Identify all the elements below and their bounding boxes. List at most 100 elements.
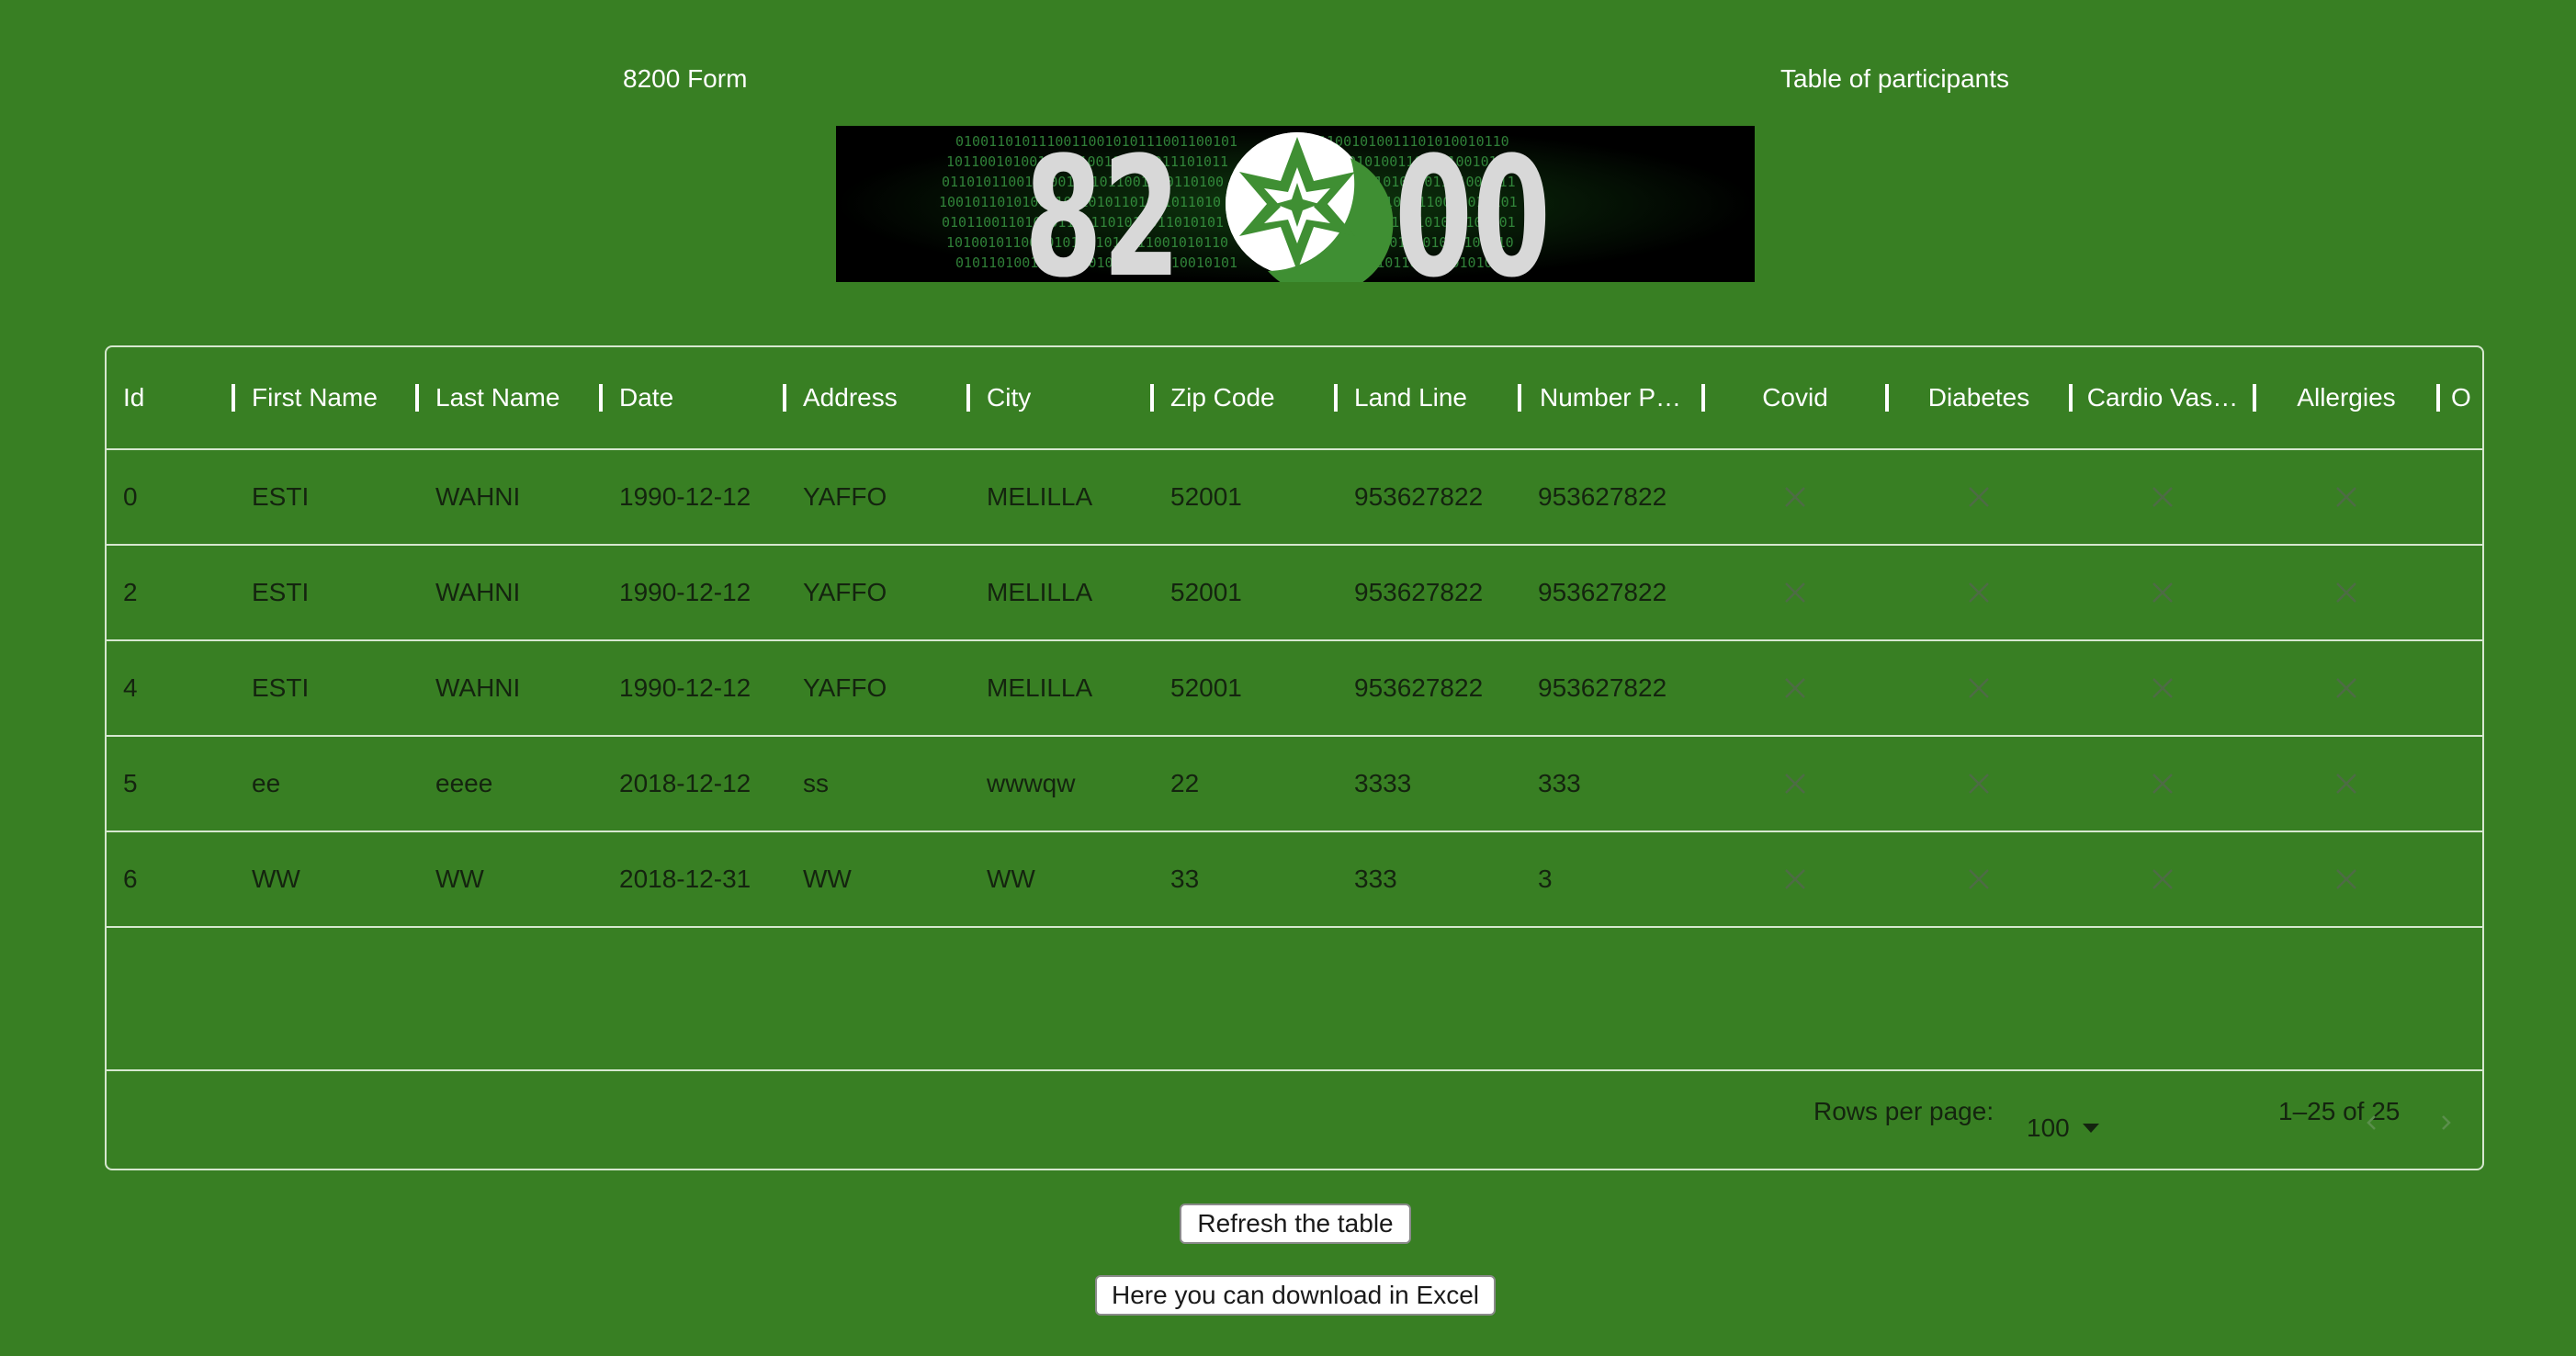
close-icon <box>1785 869 1805 889</box>
rows-per-page-value: 100 <box>2027 1113 2070 1142</box>
cell-number-phone: 953627822 <box>1538 482 1667 511</box>
download-excel-button[interactable]: Here you can download in Excel <box>1095 1275 1496 1316</box>
cell-first-name: WW <box>235 928 415 959</box>
cell-zip-code: 52001 <box>1170 482 1242 511</box>
boolean-cell <box>1889 928 2069 959</box>
cell-first-name: ESTI <box>252 482 310 511</box>
previous-page-button[interactable] <box>2350 1101 2394 1145</box>
table-row[interactable]: 2 ESTI WAHNI 1990-12-12 YAFFO MELILLA 52001 953… <box>107 546 2482 641</box>
column-header-address[interactable]: Address <box>786 347 961 448</box>
column-header-allergies[interactable]: Allergies <box>2256 347 2436 448</box>
table-row[interactable]: 4 ESTI WAHNI 1990-12-12 YAFFO MELILLA 52001 953… <box>107 641 2482 737</box>
banner-right-text: 00 <box>1395 126 1551 282</box>
cell-first-name: ee <box>252 769 281 797</box>
close-icon <box>2152 678 2173 698</box>
cell-address: ss <box>803 769 829 797</box>
close-icon <box>2336 487 2356 507</box>
boolean-cell <box>2073 546 2253 639</box>
cell-number-phone: 953627822 <box>1538 673 1667 702</box>
cell-id: 6 <box>123 864 138 893</box>
cell-address: WW <box>803 864 852 893</box>
close-icon <box>1969 582 1989 603</box>
boolean-cell <box>1705 832 1885 926</box>
close-icon <box>2152 487 2173 507</box>
close-icon <box>1969 774 1989 794</box>
close-icon <box>1969 487 1989 507</box>
table-row[interactable]: 5 ee eeee 2018-12-12 ss wwwqw 22 3333 333 <box>107 737 2482 832</box>
cell-city: MELILLA <box>987 482 1093 511</box>
cell-land-line: 333 <box>1338 928 1518 959</box>
table-row[interactable]: 6 WW WW 2018-12-31 WW WW 33 333 3 <box>107 832 2482 928</box>
boolean-cell <box>2073 450 2253 544</box>
column-header-city[interactable]: City <box>970 347 1145 448</box>
boolean-cell <box>1889 546 2069 639</box>
close-icon <box>2336 678 2356 698</box>
cell-last-name: WW <box>419 928 599 959</box>
cell-last-name: WAHNI <box>435 578 521 606</box>
close-icon <box>1785 487 1805 507</box>
refresh-table-button[interactable]: Refresh the table <box>1180 1203 1411 1244</box>
boolean-cell <box>2256 641 2436 735</box>
cell-id: 7 <box>107 928 233 959</box>
boolean-cell <box>1889 641 2069 735</box>
close-icon <box>1969 678 1989 698</box>
close-icon <box>2336 774 2356 794</box>
rows-per-page-select[interactable]: 100 <box>2027 1101 2099 1156</box>
close-icon <box>2152 582 2173 603</box>
cell-date: 2018-12-31 <box>603 928 783 959</box>
cell-land-line: 3333 <box>1354 769 1412 797</box>
column-header-other[interactable]: O <box>2440 347 2482 448</box>
cell-zip-code: 52001 <box>1170 673 1242 702</box>
cell-city: MELILLA <box>987 578 1093 606</box>
column-header-id[interactable]: Id <box>107 347 230 448</box>
cell-id: 4 <box>123 673 138 702</box>
close-icon <box>1969 869 1989 889</box>
cell-city: wwwqw <box>987 769 1076 797</box>
column-header-last-name[interactable]: Last Name <box>419 347 593 448</box>
column-separator[interactable] <box>1518 384 1521 412</box>
cell-date: 1990-12-12 <box>619 673 751 702</box>
cell-zip-code: 52001 <box>1170 578 1242 606</box>
close-icon <box>1785 678 1805 698</box>
column-header-zip-code[interactable]: Zip Code <box>1154 347 1328 448</box>
boolean-cell <box>1705 737 1885 831</box>
cell-number-phone: 3 <box>1521 928 1701 959</box>
cell-land-line: 953627822 <box>1354 673 1484 702</box>
column-header-covid[interactable]: Covid <box>1705 347 1885 448</box>
column-header-cardio-vascular[interactable]: Cardio Vas… <box>2073 347 2253 448</box>
banner-left-text: 82 <box>1024 126 1181 282</box>
nav-form-link[interactable]: 8200 Form <box>623 64 747 94</box>
cell-address: YAFFO <box>803 673 887 702</box>
boolean-cell <box>2256 546 2436 639</box>
table-row[interactable]: 0 ESTI WAHNI 1990-12-12 YAFFO MELILLA 52001 953… <box>107 450 2482 546</box>
cell-first-name: ESTI <box>252 673 310 702</box>
next-page-button[interactable] <box>2423 1101 2468 1145</box>
column-header-number-phone[interactable]: Number Ph… <box>1523 347 1689 448</box>
cell-address: YAFFO <box>803 578 887 606</box>
column-header-first-name[interactable]: First Name <box>235 347 410 448</box>
column-header-land-line[interactable]: Land Line <box>1338 347 1512 448</box>
cell-city: WW <box>970 928 1150 959</box>
cell-land-line: 953627822 <box>1354 482 1484 511</box>
column-header-date[interactable]: Date <box>603 347 777 448</box>
cell-city: WW <box>987 864 1035 893</box>
table-row[interactable]: 7WWWW2018-12-31WWWW333333 <box>107 928 2482 959</box>
nav-table-link[interactable]: Table of participants <box>1780 64 2009 94</box>
cell-last-name: eeee <box>435 769 493 797</box>
column-header-diabetes[interactable]: Diabetes <box>1889 347 2069 448</box>
cell-zip-code: 33 <box>1170 864 1200 893</box>
cell-id: 2 <box>123 578 138 606</box>
cell-number-phone: 953627822 <box>1538 578 1667 606</box>
close-icon <box>1785 582 1805 603</box>
cell-first-name: WW <box>252 864 300 893</box>
table-body[interactable]: 0 ESTI WAHNI 1990-12-12 YAFFO MELILLA 52001 953… <box>107 450 2482 959</box>
dropdown-arrow-icon <box>2082 1124 2099 1133</box>
cell-number-phone: 333 <box>1538 769 1581 797</box>
boolean-cell <box>1705 641 1885 735</box>
cell-address: YAFFO <box>803 482 887 511</box>
boolean-cell <box>2073 928 2253 959</box>
cell-last-name: WAHNI <box>435 482 521 511</box>
table-pagination: Rows per page: 100 1–25 of 25 <box>107 1069 2482 1169</box>
close-icon <box>2152 869 2173 889</box>
cell-first-name: ESTI <box>252 578 310 606</box>
